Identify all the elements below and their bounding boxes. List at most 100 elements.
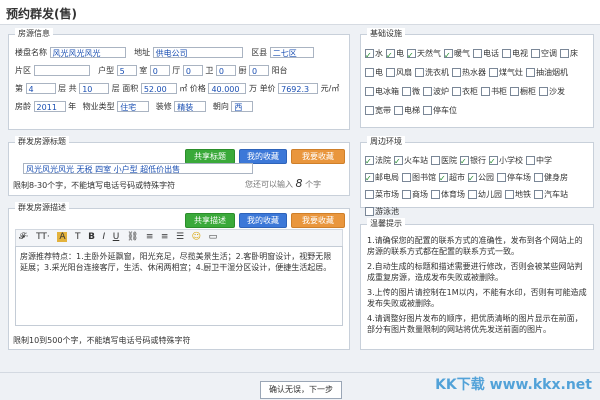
checkbox-icon[interactable] <box>365 170 374 187</box>
checkbox-icon[interactable] <box>468 170 477 187</box>
checkbox-icon[interactable] <box>489 153 498 170</box>
align-left-icon[interactable]: ≡ <box>146 232 154 242</box>
checkbox-icon[interactable] <box>423 106 432 115</box>
facilities-checkbox[interactable]: 书柜 <box>481 82 507 101</box>
facilities-checkbox[interactable]: 洗衣机 <box>415 63 449 82</box>
checkbox-icon[interactable] <box>407 46 416 65</box>
facilities-checkbox[interactable]: 水 <box>365 44 383 65</box>
surroundings-checkbox[interactable]: 火车站 <box>394 152 428 170</box>
area-input[interactable] <box>33 65 90 76</box>
italic-icon[interactable]: I <box>103 232 106 242</box>
checkbox-icon[interactable] <box>402 190 411 199</box>
price-input[interactable]: 40.000 <box>208 83 247 94</box>
share-title-button[interactable]: 共享标题 <box>185 149 235 164</box>
checkbox-icon[interactable] <box>365 46 374 65</box>
bath-input[interactable]: 0 <box>182 65 203 76</box>
facilities-checkbox[interactable]: 电梯 <box>394 101 420 120</box>
next-step-button[interactable]: 确认无误，下一步 <box>260 381 342 399</box>
surroundings-checkbox[interactable]: 医院 <box>431 152 457 169</box>
emoji-icon[interactable]: ☺ <box>192 232 201 242</box>
checkbox-icon[interactable] <box>439 170 448 187</box>
eraser-icon[interactable]: ▭ <box>209 232 218 242</box>
surroundings-checkbox[interactable]: 体育场 <box>431 186 465 203</box>
size-input[interactable]: 52.00 <box>140 83 177 94</box>
bold-icon[interactable]: B <box>88 232 95 242</box>
checkbox-icon[interactable] <box>386 46 395 65</box>
checkbox-icon[interactable] <box>481 87 490 96</box>
checkbox-icon[interactable] <box>365 207 374 216</box>
font-family-icon[interactable]: 𝓕· <box>19 232 29 242</box>
checkbox-icon[interactable] <box>444 46 453 65</box>
decoration-select[interactable]: 精装 <box>174 101 207 112</box>
description-editor[interactable]: 房源推荐特点：1.主卧外延飘窗，阳光充足，尽揽美景生活；2.客卧明窗设计，视野无… <box>15 246 343 326</box>
surroundings-checkbox[interactable]: 汽车站 <box>534 186 568 203</box>
facilities-checkbox[interactable]: 煤气灶 <box>489 63 523 82</box>
age-input[interactable]: 2011 <box>33 101 66 112</box>
title-input[interactable]: 风光风光风光 无税 四室 小户型 超低价出售 <box>23 163 253 174</box>
checkbox-icon[interactable] <box>423 87 432 96</box>
property-type-select[interactable]: 住宅 <box>117 101 150 112</box>
checkbox-icon[interactable] <box>497 173 506 182</box>
checkbox-icon[interactable] <box>386 68 395 77</box>
checkbox-icon[interactable] <box>365 190 374 199</box>
description-favorites-button[interactable]: 我的收藏 <box>239 213 287 228</box>
facilities-checkbox[interactable]: 宽带 <box>365 101 391 120</box>
font-color-icon[interactable]: A <box>57 232 68 242</box>
facilities-checkbox[interactable]: 波炉 <box>423 82 449 101</box>
facilities-checkbox[interactable]: 电视 <box>502 44 528 63</box>
surroundings-checkbox[interactable]: 小学校 <box>489 152 523 170</box>
font-size-icon[interactable]: TT· <box>36 232 50 242</box>
checkbox-icon[interactable] <box>431 190 440 199</box>
floor-input[interactable]: 4 <box>25 83 56 94</box>
surroundings-checkbox[interactable]: 幼儿园 <box>468 186 502 203</box>
surroundings-checkbox[interactable]: 银行 <box>460 152 486 170</box>
link-icon[interactable]: ⛓ <box>127 232 138 242</box>
share-description-button[interactable]: 共享描述 <box>185 213 235 228</box>
checkbox-icon[interactable] <box>539 87 548 96</box>
checkbox-icon[interactable] <box>402 173 411 182</box>
surroundings-checkbox[interactable]: 邮电局 <box>365 169 399 187</box>
checkbox-icon[interactable] <box>365 87 374 96</box>
surroundings-checkbox[interactable]: 地铁 <box>505 186 531 203</box>
checkbox-icon[interactable] <box>468 190 477 199</box>
list-icon[interactable]: ☰ <box>176 232 184 242</box>
title-add-favorite-button[interactable]: 我要收藏 <box>291 149 345 164</box>
surroundings-checkbox[interactable]: 图书馆 <box>402 169 436 186</box>
checkbox-icon[interactable] <box>365 153 374 170</box>
facilities-checkbox[interactable]: 电 <box>386 44 404 65</box>
checkbox-icon[interactable] <box>365 106 374 115</box>
surroundings-checkbox[interactable]: 法院 <box>365 152 391 170</box>
facilities-checkbox[interactable]: 热水器 <box>452 63 486 82</box>
checkbox-icon[interactable] <box>365 68 374 77</box>
surroundings-checkbox[interactable]: 停车场 <box>497 169 531 186</box>
checkbox-icon[interactable] <box>394 106 403 115</box>
estate-input[interactable]: 风光风光风光 <box>49 47 126 58</box>
highlight-icon[interactable]: T <box>75 232 81 242</box>
address-input[interactable]: 供电公司 <box>152 47 243 58</box>
checkbox-icon[interactable] <box>402 87 411 96</box>
facilities-checkbox[interactable]: 暖气 <box>444 44 470 65</box>
kitchen-input[interactable]: 0 <box>215 65 236 76</box>
checkbox-icon[interactable] <box>473 49 482 58</box>
facilities-checkbox[interactable]: 电 <box>365 63 383 82</box>
facilities-checkbox[interactable]: 空调 <box>531 44 557 63</box>
checkbox-icon[interactable] <box>394 153 403 170</box>
facilities-checkbox[interactable]: 抽油烟机 <box>526 63 568 82</box>
checkbox-icon[interactable] <box>560 49 569 58</box>
unit-price-input[interactable]: 7692.3 <box>278 83 319 94</box>
facilities-checkbox[interactable]: 衣柜 <box>452 82 478 101</box>
facilities-checkbox[interactable]: 电冰箱 <box>365 82 399 101</box>
checkbox-icon[interactable] <box>502 49 511 58</box>
surroundings-checkbox[interactable]: 菜市场 <box>365 186 399 203</box>
district-input[interactable]: 二七区 <box>269 47 314 58</box>
facilities-checkbox[interactable]: 天然气 <box>407 44 441 65</box>
balcony-input[interactable]: 0 <box>249 65 270 76</box>
checkbox-icon[interactable] <box>510 87 519 96</box>
facilities-checkbox[interactable]: 微 <box>402 82 420 101</box>
underline-icon[interactable]: U <box>113 232 120 242</box>
checkbox-icon[interactable] <box>452 68 461 77</box>
checkbox-icon[interactable] <box>531 49 540 58</box>
checkbox-icon[interactable] <box>489 68 498 77</box>
facilities-checkbox[interactable]: 风扇 <box>386 63 412 82</box>
title-favorites-button[interactable]: 我的收藏 <box>239 149 287 164</box>
